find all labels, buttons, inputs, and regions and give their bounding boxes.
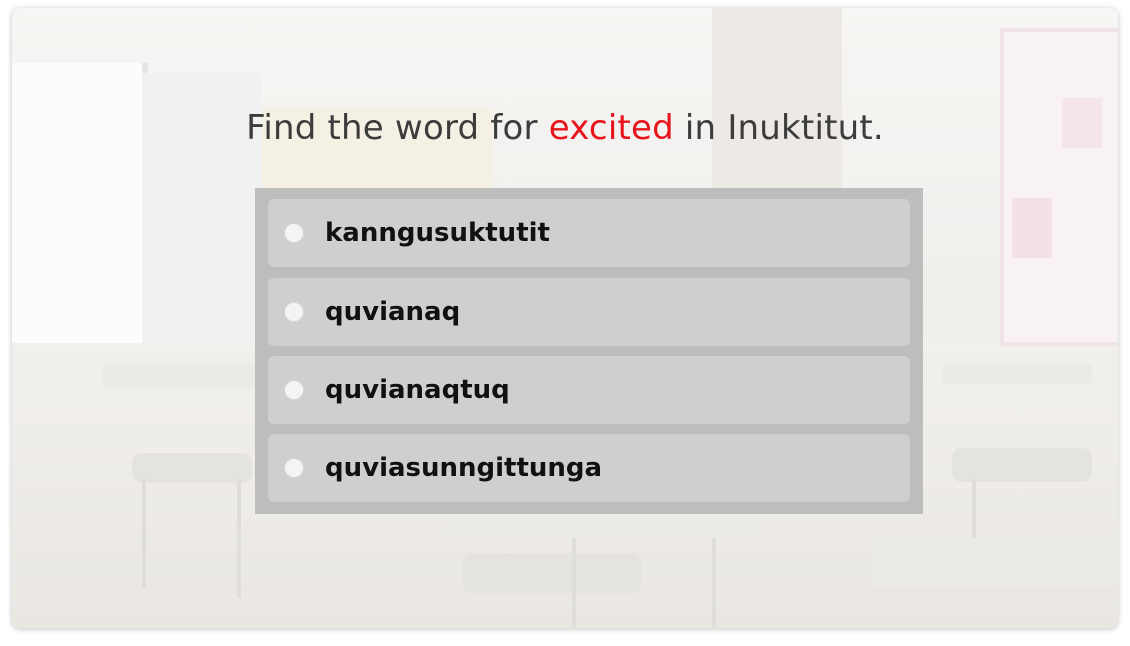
radio-button[interactable] <box>284 458 304 478</box>
answer-option-label: quvianaq <box>325 297 461 327</box>
question-prompt: Find the word for excited in Inuktitut. <box>12 108 1118 148</box>
question-highlight-word: excited <box>548 108 674 148</box>
radio-button[interactable] <box>284 302 304 322</box>
answer-option-label: kanngusuktutit <box>325 218 550 248</box>
question-prefix: Find the word for <box>246 108 549 148</box>
answer-option-3[interactable]: quvianaqtuq <box>268 356 910 424</box>
answer-option-2[interactable]: quvianaq <box>268 278 910 346</box>
radio-button[interactable] <box>284 223 304 243</box>
answer-option-label: quvianaqtuq <box>325 375 510 405</box>
answer-option-1[interactable]: kanngusuktutit <box>268 199 910 267</box>
answer-option-4[interactable]: quviasunngittunga <box>268 434 910 502</box>
radio-button[interactable] <box>284 380 304 400</box>
answer-options-panel: kanngusuktutit quvianaq quvianaqtuq quvi… <box>255 188 923 514</box>
quiz-card: Find the word for excited in Inuktitut. … <box>12 8 1118 628</box>
question-suffix: in Inuktitut. <box>673 108 884 148</box>
answer-option-label: quviasunngittunga <box>325 453 603 483</box>
